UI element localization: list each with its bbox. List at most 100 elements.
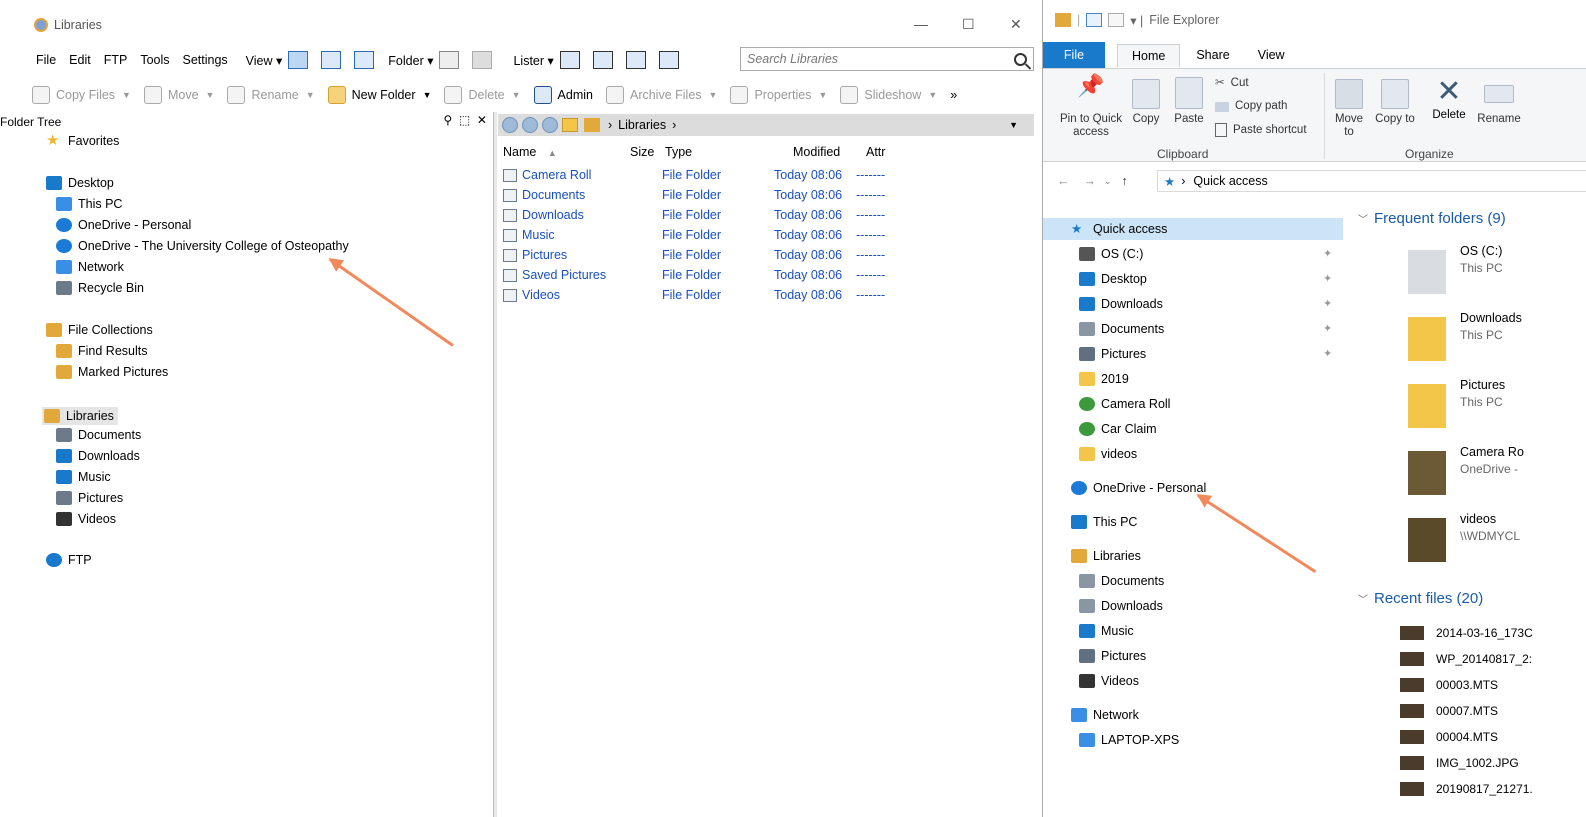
- layout-icon-3[interactable]: [625, 51, 646, 69]
- up-nav-icon[interactable]: ↑: [1122, 174, 1128, 188]
- menu-edit[interactable]: Edit: [69, 53, 91, 67]
- recent-file-row[interactable]: 00007.MTS: [1400, 704, 1498, 718]
- close-button[interactable]: ✕: [1010, 16, 1022, 33]
- col-size[interactable]: Size: [630, 145, 654, 159]
- tree-item-file-collections[interactable]: File Collections: [46, 323, 153, 337]
- nav-item-laptop-xps[interactable]: LAPTOP-XPS: [1079, 729, 1179, 751]
- maximize-button[interactable]: ☐: [962, 16, 975, 33]
- file-row[interactable]: Saved Pictures File Folder Today 08:06 ----…: [498, 266, 918, 286]
- tree-item-favorites[interactable]: ★ Favorites: [46, 133, 119, 148]
- tree-item-videos[interactable]: Videos: [56, 512, 116, 526]
- nav-item-documents[interactable]: Documents: [1079, 318, 1164, 340]
- cut-button[interactable]: ✂ Cut: [1215, 77, 1249, 90]
- folder-dropdown[interactable]: Folder ▾: [388, 53, 433, 68]
- nav-item-downloads[interactable]: Downloads: [1079, 293, 1163, 315]
- nav-item-videos[interactable]: Videos: [1079, 670, 1139, 692]
- tree-item-onedrive-the-university-college-of-osteopathy[interactable]: OneDrive - The University College of Ost…: [56, 239, 349, 253]
- tree-item-documents[interactable]: Documents: [56, 428, 141, 442]
- search-input[interactable]: Search Libraries: [740, 47, 1034, 71]
- pin-icon[interactable]: ✦: [1323, 322, 1332, 335]
- rename-button[interactable]: Rename: [1473, 79, 1525, 126]
- rename-button[interactable]: Rename ▼: [227, 86, 315, 104]
- forward-icon[interactable]: [522, 117, 538, 133]
- copy-to-button[interactable]: Copy to: [1375, 79, 1415, 126]
- tree-item-music[interactable]: Music: [56, 470, 111, 484]
- nav-item-car-claim[interactable]: Car Claim: [1079, 418, 1157, 440]
- paste-button[interactable]: Paste: [1171, 77, 1207, 126]
- new-folder-button[interactable]: New Folder ▼: [327, 86, 431, 104]
- file-row[interactable]: Music File Folder Today 08:06 -------: [498, 226, 918, 246]
- pin-icon[interactable]: ✦: [1323, 297, 1332, 310]
- view-dropdown[interactable]: View ▾: [246, 53, 283, 68]
- move-to-button[interactable]: Move to: [1329, 79, 1369, 139]
- menu-file[interactable]: File: [36, 53, 56, 67]
- file-row[interactable]: Camera Roll File Folder Today 08:06 -------: [498, 166, 918, 186]
- recent-file-row[interactable]: 00004.MTS: [1400, 730, 1498, 744]
- nav-item-network[interactable]: Network: [1071, 704, 1139, 726]
- dual-horizontal-icon[interactable]: [439, 51, 460, 69]
- new-folder-quick-icon[interactable]: [1108, 13, 1125, 27]
- address-input[interactable]: ★ › Quick access: [1157, 170, 1586, 192]
- nav-item-onedrive-personal[interactable]: OneDrive - Personal: [1071, 477, 1206, 499]
- nav-item-os-c-[interactable]: OS (C:): [1079, 243, 1143, 265]
- delete-button[interactable]: ✕ Delete: [1425, 75, 1473, 122]
- menu-settings[interactable]: Settings: [183, 53, 228, 67]
- layout-icon-2[interactable]: [592, 51, 613, 69]
- pin-icon[interactable]: ✦: [1323, 347, 1332, 360]
- forward-nav-icon[interactable]: →: [1084, 174, 1097, 188]
- lister-dropdown[interactable]: Lister ▾: [513, 53, 553, 68]
- menu-tools[interactable]: Tools: [140, 53, 169, 67]
- more-tools-button[interactable]: »: [950, 88, 957, 102]
- nav-item-downloads[interactable]: Downloads: [1079, 595, 1163, 617]
- tab-share[interactable]: Share: [1196, 48, 1229, 62]
- layout-icon-1[interactable]: [559, 51, 580, 69]
- nav-item-libraries[interactable]: Libraries: [1071, 545, 1141, 567]
- nav-item-pictures[interactable]: Pictures: [1079, 343, 1146, 365]
- recent-file-row[interactable]: 20190817_21271.: [1400, 782, 1533, 796]
- recent-file-row[interactable]: WP_20140817_2:: [1400, 652, 1532, 666]
- pin-icon[interactable]: ✦: [1323, 272, 1332, 285]
- folder-tree-tools[interactable]: ⚲ ⬚ ✕: [443, 113, 487, 127]
- layout-icon-4[interactable]: [658, 51, 679, 69]
- recent-nav-icon[interactable]: ⌄: [1104, 176, 1112, 187]
- recent-files-header[interactable]: Recent files (20): [1358, 590, 1483, 607]
- col-modified[interactable]: Modified: [793, 145, 840, 159]
- menu-ftp[interactable]: FTP: [104, 53, 128, 67]
- pin-icon[interactable]: ✦: [1323, 247, 1332, 260]
- tree-item-find-results[interactable]: Find Results: [56, 344, 147, 358]
- copy-files-button[interactable]: Copy Files ▼: [32, 86, 131, 104]
- col-name[interactable]: Name ▲: [503, 145, 557, 159]
- nav-item-pictures[interactable]: Pictures: [1079, 645, 1146, 667]
- file-row[interactable]: Pictures File Folder Today 08:06 -------: [498, 246, 918, 266]
- frequent-folders-header[interactable]: Frequent folders (9): [1358, 210, 1506, 227]
- tab-home[interactable]: Home: [1117, 43, 1181, 67]
- nav-item-this-pc[interactable]: This PC: [1071, 511, 1137, 533]
- move-button[interactable]: Move ▼: [143, 86, 214, 104]
- nav-item-camera-roll[interactable]: Camera Roll: [1079, 393, 1170, 415]
- tree-item-onedrive-personal[interactable]: OneDrive - Personal: [56, 218, 191, 232]
- details-view-icon[interactable]: [288, 51, 309, 69]
- nav-item-music[interactable]: Music: [1079, 620, 1134, 642]
- pane-splitter[interactable]: [493, 112, 497, 817]
- tree-item-recycle-bin[interactable]: Recycle Bin: [56, 281, 144, 295]
- thumbnails-view-icon[interactable]: [354, 51, 375, 69]
- slideshow-button[interactable]: Slideshow ▼: [840, 86, 937, 104]
- dual-vertical-icon[interactable]: [472, 51, 493, 69]
- search-icon[interactable]: [1014, 52, 1027, 66]
- nav-item-videos[interactable]: videos: [1079, 443, 1137, 465]
- recent-file-row[interactable]: 00003.MTS: [1400, 678, 1498, 692]
- back-icon[interactable]: [502, 117, 518, 133]
- tree-item-libraries[interactable]: Libraries: [42, 407, 118, 425]
- favorites-icon[interactable]: [562, 118, 578, 132]
- delete-button[interactable]: Delete ▼: [444, 86, 521, 104]
- back-nav-icon[interactable]: ←: [1057, 174, 1070, 188]
- path-crumb-libraries[interactable]: Libraries: [618, 118, 666, 132]
- tab-view[interactable]: View: [1258, 48, 1285, 62]
- tab-file[interactable]: File: [1043, 42, 1105, 68]
- file-row[interactable]: Documents File Folder Today 08:06 -------: [498, 186, 918, 206]
- pin-quick-access-button[interactable]: 📌 Pin to Quick access: [1051, 75, 1131, 139]
- up-icon[interactable]: [542, 117, 558, 133]
- file-row[interactable]: Downloads File Folder Today 08:06 -------: [498, 206, 918, 226]
- tree-item-marked-pictures[interactable]: Marked Pictures: [56, 365, 168, 379]
- tree-item-pictures[interactable]: Pictures: [56, 491, 123, 505]
